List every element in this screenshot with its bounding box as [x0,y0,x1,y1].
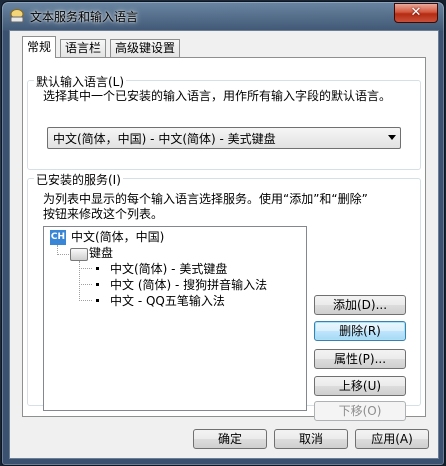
move-up-button[interactable]: 上移(U) [314,376,406,396]
default-language-label: 默认输入语言(L) [34,73,127,90]
cancel-button[interactable]: 取消 [274,429,348,449]
tree-connector [79,300,92,301]
tree-connector [79,284,92,285]
tree-node-ime-3[interactable]: 中文 - QQ五笔输入法 [110,293,225,309]
properties-button[interactable]: 属性(P)... [314,349,406,369]
add-button[interactable]: 添加(D)... [314,295,406,315]
services-tree[interactable]: CH 中文(简体，中国) 键盘 中文(简体) - 美式键盘 中文 (简体) - … [43,226,307,411]
installed-services-label: 已安装的服务(I) [34,171,123,188]
remove-button[interactable]: 删除(R) [314,321,406,341]
ok-button[interactable]: 确定 [193,429,267,449]
language-ch-icon: CH [50,230,66,245]
tree-connector [57,254,69,255]
window-title: 文本服务和输入语言 [30,10,139,24]
chevron-down-icon [388,135,396,140]
tree-node-keyboard[interactable]: 键盘 [89,245,113,261]
tab-language-bar[interactable]: 语言栏 [60,39,107,57]
default-language-select[interactable]: 中文(简体，中国) - 中文(简体) - 美式键盘 [47,127,401,149]
tab-advanced-keys[interactable]: 高级键设置 [110,39,181,57]
list-bullet-icon [96,283,99,286]
move-down-button[interactable]: 下移(O) [314,401,406,421]
title-bar[interactable]: 文本服务和输入语言 ✕ [2,2,444,30]
tab-panel-general: 默认输入语言(L) 选择其中一个已安装的输入语言，用作所有输入字段的默认语言。 … [22,57,426,421]
tree-node-ime-1[interactable]: 中文(简体) - 美式键盘 [110,261,227,277]
default-language-selected-value: 中文(简体，中国) - 中文(简体) - 美式键盘 [53,132,276,146]
tree-connector [79,268,92,269]
tree-node-ime-2[interactable]: 中文 (简体) - 搜狗拼音输入法 [110,277,267,293]
dialog-client-area: 常规 语言栏 高级键设置 默认输入语言(L) 选择其中一个已安装的输入语言，用作… [9,30,439,459]
dialog-window: 文本服务和输入语言 ✕ 常规 语言栏 高级键设置 默认输入语言(L) 选择其中一… [1,1,445,466]
installed-services-description-2: 按钮来修改这个列表。 [43,207,164,221]
close-button[interactable]: ✕ [394,3,438,23]
apply-button[interactable]: 应用(A) [355,429,429,449]
list-bullet-icon [96,299,99,302]
close-icon: ✕ [410,5,422,20]
tab-general[interactable]: 常规 [22,36,57,58]
tree-connector [79,261,80,301]
installed-services-description-1: 为列表中显示的每个输入语言选择服务。使用“添加”和“删除” [43,192,368,206]
keyboard-icon [70,248,88,261]
default-language-description: 选择其中一个已安装的输入语言，用作所有输入字段的默认语言。 [43,89,392,103]
keyboard-app-icon [10,9,24,23]
tree-node-language[interactable]: 中文(简体，中国) [71,229,164,245]
list-bullet-icon [96,267,99,270]
